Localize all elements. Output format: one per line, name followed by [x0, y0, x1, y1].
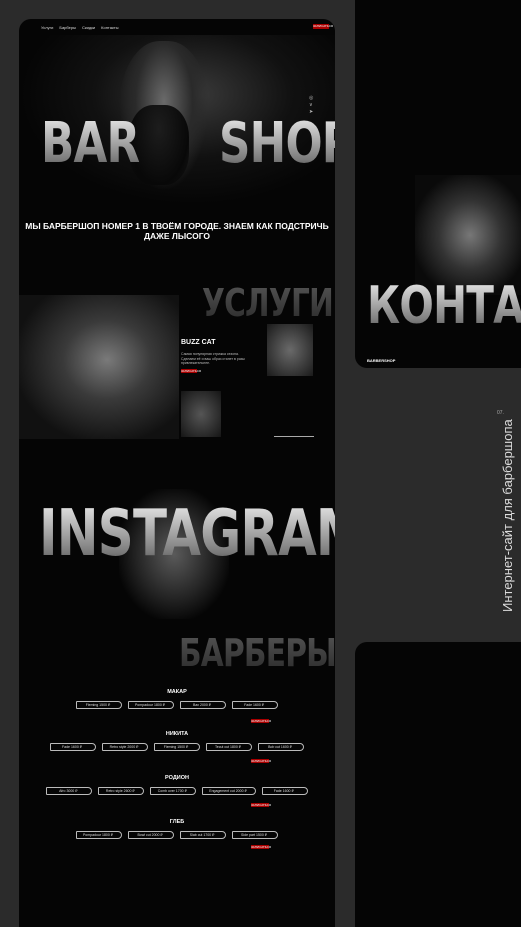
vertical-caption: Интернет-сайт для барбершопа	[500, 419, 515, 612]
price-chip[interactable]: Slab cut 1700 ₽	[180, 831, 227, 839]
price-chip[interactable]: Bax 2000 ₽	[180, 701, 227, 709]
service-thumb[interactable]	[181, 391, 221, 437]
nav-item[interactable]: Услуги	[41, 25, 53, 30]
service-name: BUZZ CAT	[181, 339, 216, 346]
tagline: МЫ БАРБЕРШОП НОМЕР 1 В ТВОЁМ ГОРОДЕ. ЗНА…	[25, 221, 329, 241]
barbers-title: БАРБЕРЫ	[179, 631, 335, 675]
price-chip[interactable]: Engagement cut 2000 ₽	[202, 787, 256, 795]
book-button[interactable]: ЗАПИСАТЬСЯ	[313, 24, 333, 29]
price-chip[interactable]: Fade 1600 ₽	[50, 743, 96, 751]
instagram-title[interactable]: INSTAGRAM	[39, 497, 335, 571]
price-chip[interactable]: Bowl cut 2000 ₽	[128, 831, 175, 839]
price-chip[interactable]: Tecut cut 1800 ₽	[206, 743, 252, 751]
hero-title-right: SHOP	[219, 111, 335, 176]
barber-name: МАКАР	[167, 689, 187, 695]
barber-block: РОДИОН Afro 3000 ₽ Retro style 2600 ₽ Comb …	[19, 775, 335, 795]
contacts-title: КОНТАКТ	[367, 276, 521, 336]
price-chip[interactable]: Pompadour 1800 ₽	[127, 701, 175, 709]
price-chip[interactable]: Fleming 1500 ₽	[75, 701, 122, 709]
price-chips: Afro 3000 ₽ Retro style 2600 ₽ Comb over 1…	[19, 787, 335, 795]
barber-book-button[interactable]: ЗАПИСАТЬСЯ	[251, 759, 271, 763]
barber-name: НИКИТА	[165, 731, 189, 737]
price-chip[interactable]: Comb over 1700 ₽	[150, 787, 197, 795]
contacts-preview: КОНТАКТ BARBERSHOP	[355, 0, 521, 368]
vk-icon[interactable]: ∨	[309, 102, 313, 109]
price-chips: Pompadour 1800 ₽ Bowl cut 2000 ₽ Slab cut …	[19, 831, 335, 839]
mobile-preview	[355, 642, 521, 927]
barber-block: МАКАР Fleming 1500 ₽ Pompadour 1800 ₽ Bax 2…	[19, 689, 335, 709]
nav-item[interactable]: Скидки	[82, 25, 95, 30]
price-chip[interactable]: Pompadour 1800 ₽	[75, 831, 123, 839]
main-page-preview: Услуги Барберы Скидки Контакты ЗАПИСАТЬС…	[19, 19, 335, 927]
price-chip[interactable]: Fade 1600 ₽	[232, 701, 279, 709]
barber-book-button[interactable]: ЗАПИСАТЬСЯ	[251, 845, 271, 849]
services-photo	[19, 295, 179, 439]
instagram-icon[interactable]: ◎	[309, 95, 313, 102]
price-chip[interactable]: Fleming 1500 ₽	[154, 743, 200, 751]
barber-block: НИКИТА Fade 1600 ₽ Retro style 2000 ₽ Flemi…	[19, 731, 335, 751]
nav-item[interactable]: Барберы	[59, 25, 76, 30]
price-chip[interactable]: Retro style 2600 ₽	[98, 787, 145, 795]
next-arrow[interactable]	[274, 436, 314, 437]
barber-block: ГЛЕБ Pompadour 1800 ₽ Bowl cut 2000 ₽ Slab …	[19, 819, 335, 839]
vertical-number: 07.	[497, 410, 504, 416]
barber-name: ГЛЕБ	[169, 819, 185, 825]
brand-footer: BARBERSHOP	[367, 358, 396, 363]
services-title: УСЛУГИ	[202, 281, 334, 325]
service-thumb[interactable]	[267, 324, 313, 376]
price-chip[interactable]: Retro style 2000 ₽	[102, 743, 148, 751]
nav-item[interactable]: Контакты	[101, 25, 118, 30]
price-chip[interactable]: Bob cut 1600 ₽	[258, 743, 304, 751]
price-chip[interactable]: Afro 3000 ₽	[46, 787, 93, 795]
service-book-button[interactable]: ЗАПИСАТЬСЯ	[181, 369, 201, 373]
top-nav: Услуги Барберы Скидки Контакты ЗАПИСАТЬС…	[19, 19, 335, 35]
service-description: Самая популярная стрижка сезона. Сделаем…	[181, 352, 245, 365]
barber-book-button[interactable]: ЗАПИСАТЬСЯ	[251, 719, 271, 723]
price-chip[interactable]: Side part 1500 ₽	[232, 831, 279, 839]
barber-book-button[interactable]: ЗАПИСАТЬСЯ	[251, 803, 271, 807]
price-chips: Fade 1600 ₽ Retro style 2000 ₽ Fleming 150…	[19, 743, 335, 751]
price-chips: Fleming 1500 ₽ Pompadour 1800 ₽ Bax 2000 ₽…	[19, 701, 335, 709]
price-chip[interactable]: Fade 1600 ₽	[261, 787, 308, 795]
barber-name: РОДИОН	[165, 775, 189, 781]
hero-title-left: BAR	[41, 111, 140, 176]
